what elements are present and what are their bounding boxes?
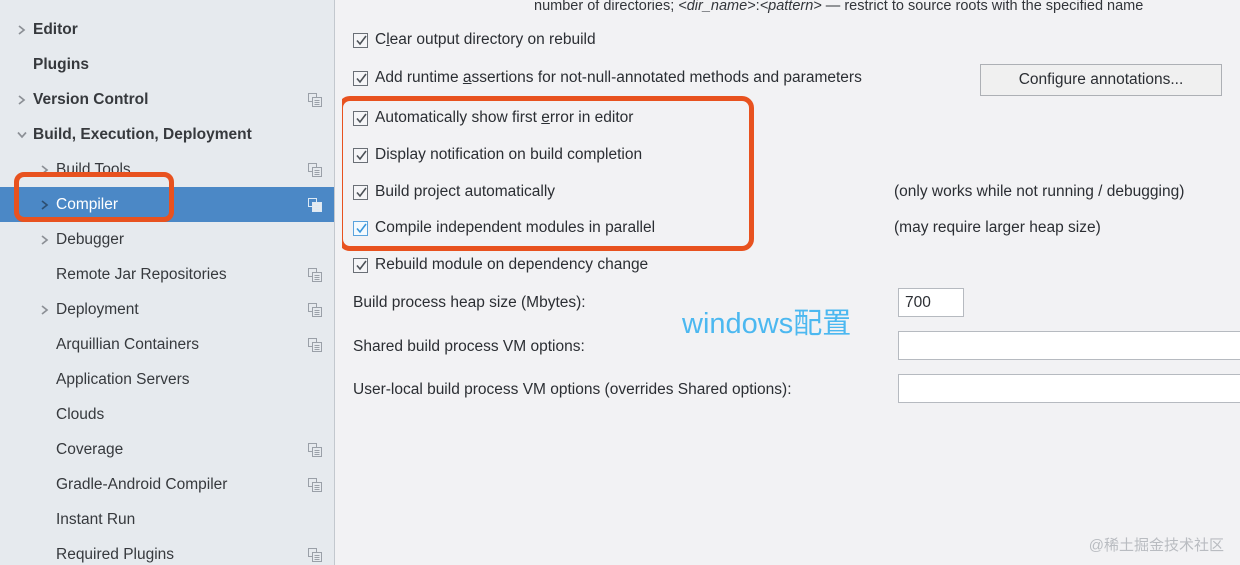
user-local-build-vm-options-input[interactable]	[898, 374, 1240, 403]
checkbox-label: Build project automatically	[375, 183, 556, 200]
chevron-right-icon[interactable]	[13, 94, 31, 106]
chevron-right-icon[interactable]	[36, 304, 54, 316]
checkbox-box[interactable]	[353, 32, 368, 48]
sidebar-item-label: Editor	[33, 20, 78, 38]
sidebar-item-editor[interactable]: Editor	[0, 12, 334, 47]
sidebar-item-label: Gradle-Android Compiler	[56, 475, 228, 493]
sidebar-item-label: Instant Run	[56, 510, 136, 528]
sidebar-item-label: Application Servers	[56, 370, 190, 388]
checkbox-label: Display notification on build completion	[375, 146, 643, 163]
copy-settings-icon[interactable]	[308, 92, 322, 107]
copy-settings-icon[interactable]	[308, 267, 322, 282]
build-process-heap-size-input[interactable]	[898, 288, 964, 317]
checkbox-display-notification-on-build-completion[interactable]: Display notification on build completion	[353, 146, 642, 164]
sidebar-item-label: Clouds	[56, 405, 105, 423]
checkbox-box[interactable]	[353, 147, 368, 163]
checkbox-build-project-automatically[interactable]: Build project automatically	[353, 183, 555, 201]
label-build-process-heap-size: Build process heap size (Mbytes):	[353, 294, 586, 311]
sidebar-item-plugins[interactable]: Plugins	[0, 47, 334, 82]
settings-tree-list: Editor Plugins Version Control Build, Execu…	[0, 0, 334, 565]
copy-settings-icon[interactable]	[308, 162, 322, 177]
directories-hint-text: number of directories; <dir_name>:<patte…	[534, 0, 1144, 14]
sidebar-item-label: Version Control	[33, 90, 149, 108]
sidebar-item-required-plugins[interactable]: Required Plugins	[0, 537, 334, 565]
checkbox-box[interactable]	[353, 184, 368, 200]
sidebar-item-partial[interactable]	[0, 0, 334, 12]
sidebar-item-debugger[interactable]: Debugger	[0, 222, 334, 257]
sidebar-item-label: Compiler	[56, 195, 119, 213]
copy-settings-icon[interactable]	[308, 547, 322, 562]
copy-settings-icon[interactable]	[308, 302, 322, 317]
sidebar-item-coverage[interactable]: Coverage	[0, 432, 334, 467]
sidebar-item-arquillian-containers[interactable]: Arquillian Containers	[0, 327, 334, 362]
checkbox-box[interactable]	[353, 257, 368, 273]
checkbox-add-runtime-assertions[interactable]: Add runtime assertions for not-null-anno…	[353, 69, 862, 87]
note-compile-parallel: (may require larger heap size)	[894, 219, 1101, 236]
note-build-project-automatically: (only works while not running / debuggin…	[894, 183, 1185, 200]
chevron-right-icon[interactable]	[36, 199, 54, 211]
checkbox-compile-independent-modules-in-parallel[interactable]: Compile independent modules in parallel	[353, 219, 655, 237]
sidebar-item-label: Remote Jar Repositories	[56, 265, 227, 283]
copy-settings-icon[interactable]	[308, 197, 322, 212]
checkbox-label: Automatically show first error in editor	[375, 109, 634, 126]
annotation-windows-config-text: windows配置	[682, 308, 852, 340]
checkbox-label: Add runtime assertions for not-null-anno…	[375, 69, 862, 86]
chevron-right-icon[interactable]	[36, 234, 54, 246]
copy-settings-icon[interactable]	[308, 442, 322, 457]
label-user-local-build-vm-options: User-local build process VM options (ove…	[353, 381, 792, 398]
checkbox-rebuild-module-on-dependency-change[interactable]: Rebuild module on dependency change	[353, 256, 648, 274]
sidebar-item-build-execution-deployment[interactable]: Build, Execution, Deployment	[0, 117, 334, 152]
watermark-text: @稀土掘金技术社区	[1088, 537, 1224, 554]
sidebar-item-deployment[interactable]: Deployment	[0, 292, 334, 327]
sidebar-item-label: Debugger	[56, 230, 125, 248]
checkbox-box[interactable]	[353, 220, 368, 236]
copy-settings-icon[interactable]	[308, 477, 322, 492]
sidebar-item-version-control[interactable]: Version Control	[0, 82, 334, 117]
label-shared-build-vm-options: Shared build process VM options:	[353, 338, 585, 355]
checkbox-label: Clear output directory on rebuild	[375, 31, 596, 48]
checkbox-automatically-show-first-error[interactable]: Automatically show first error in editor	[353, 109, 633, 127]
sidebar-item-compiler[interactable]: Compiler	[0, 187, 334, 222]
configure-annotations-button[interactable]: Configure annotations...	[980, 64, 1222, 96]
checkbox-box[interactable]	[353, 110, 368, 126]
chevron-down-icon[interactable]	[13, 130, 31, 140]
checkbox-label: Rebuild module on dependency change	[375, 256, 649, 273]
chevron-right-icon[interactable]	[13, 24, 31, 36]
sidebar-item-clouds[interactable]: Clouds	[0, 397, 334, 432]
sidebar-item-build-tools[interactable]: Build Tools	[0, 152, 334, 187]
sidebar-item-instant-run[interactable]: Instant Run	[0, 502, 334, 537]
sidebar-item-label: Required Plugins	[56, 545, 175, 563]
sidebar-item-gradle-android-compiler[interactable]: Gradle-Android Compiler	[0, 467, 334, 502]
sidebar-item-label: Plugins	[33, 55, 89, 73]
copy-settings-icon[interactable]	[308, 337, 322, 352]
shared-build-vm-options-input[interactable]	[898, 331, 1240, 360]
sidebar-item-label: Arquillian Containers	[56, 335, 200, 353]
sidebar-item-remote-jar-repositories[interactable]: Remote Jar Repositories	[0, 257, 334, 292]
settings-tree-sidebar[interactable]: Editor Plugins Version Control Build, Execu…	[0, 0, 334, 565]
sidebar-item-application-servers[interactable]: Application Servers	[0, 362, 334, 397]
sidebar-scrollbar-track[interactable]	[335, 0, 676, 565]
checkbox-box[interactable]	[353, 70, 368, 86]
sidebar-item-label: Coverage	[56, 440, 124, 458]
sidebar-item-label: Deployment	[56, 300, 139, 318]
checkbox-label: Compile independent modules in parallel	[375, 219, 656, 236]
settings-window: Editor Plugins Version Control Build, Execu…	[0, 0, 1240, 565]
sidebar-item-label: Build Tools	[56, 160, 131, 178]
sidebar-item-label: Build, Execution, Deployment	[33, 125, 252, 143]
checkbox-clear-output-directory[interactable]: Clear output directory on rebuild	[353, 31, 596, 49]
compiler-settings-panel: number of directories; <dir_name>:<patte…	[342, 0, 1240, 565]
chevron-right-icon[interactable]	[36, 164, 54, 176]
